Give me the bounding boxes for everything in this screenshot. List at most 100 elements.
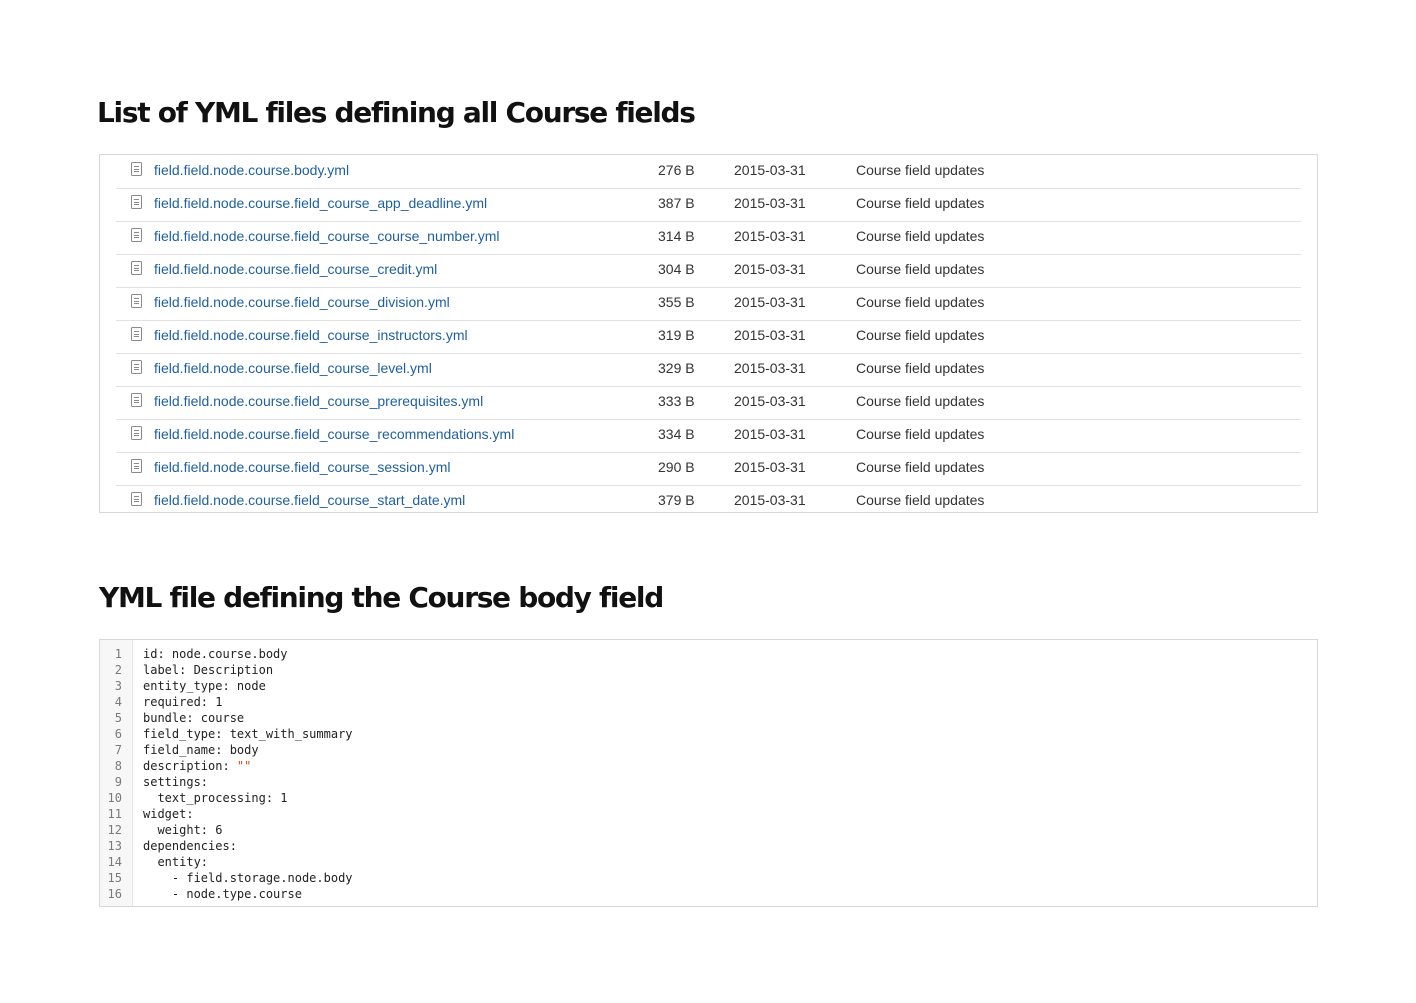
- commit-message: Course field updates: [856, 327, 985, 343]
- line-number: 14: [107, 855, 122, 869]
- file-document-icon: [131, 459, 142, 473]
- code-text: dependencies:: [143, 839, 237, 853]
- file-row[interactable]: field.field.node.course.field_course_lev…: [116, 353, 1301, 387]
- file-row[interactable]: field.field.node.course.field_course_div…: [116, 287, 1301, 321]
- commit-message: Course field updates: [856, 162, 985, 178]
- line-number: 11: [107, 807, 122, 821]
- file-size: 319 B: [658, 327, 695, 343]
- line-number: 10: [107, 791, 122, 805]
- file-date: 2015-03-31: [734, 162, 806, 178]
- line-number: 15: [107, 871, 122, 885]
- file-name-link[interactable]: field.field.node.course.field_course_div…: [154, 287, 450, 317]
- file-date: 2015-03-31: [734, 393, 806, 409]
- code-viewer: 1 2 3 4 5 6 7 8 9 10 11 12 13 14 15 16 id: node.course.…: [99, 639, 1318, 907]
- file-name-link[interactable]: field.field.node.course.field_course_cre…: [154, 254, 437, 284]
- line-number: 12: [107, 823, 122, 837]
- code-text: bundle: course: [143, 711, 245, 725]
- file-date: 2015-03-31: [734, 261, 806, 277]
- code-text: description:: [143, 759, 237, 773]
- code-line: bundle: course: [143, 710, 244, 726]
- code-text: entity_type: node: [143, 679, 266, 693]
- code-line: settings:: [143, 774, 208, 790]
- commit-message: Course field updates: [856, 393, 985, 409]
- file-size: 329 B: [658, 360, 695, 376]
- line-number: 5: [114, 711, 122, 725]
- file-date: 2015-03-31: [734, 294, 806, 310]
- code-text: - node.type.course: [143, 887, 302, 901]
- commit-message: Course field updates: [856, 492, 985, 508]
- file-date: 2015-03-31: [734, 459, 806, 475]
- file-date: 2015-03-31: [734, 327, 806, 343]
- line-number: 2: [114, 663, 122, 677]
- file-document-icon: [131, 228, 142, 242]
- code-line: field_type: text_with_summary: [143, 726, 353, 742]
- file-document-icon: [131, 393, 142, 407]
- file-name-link[interactable]: field.field.node.course.field_course_cou…: [154, 221, 500, 251]
- line-number: 3: [114, 679, 122, 693]
- code-text: widget:: [143, 807, 194, 821]
- file-row[interactable]: field.field.node.course.field_course_cre…: [116, 254, 1301, 288]
- code-line: description: "": [143, 758, 251, 774]
- commit-message: Course field updates: [856, 195, 985, 211]
- file-name-link[interactable]: field.field.node.course.field_course_ins…: [154, 320, 468, 350]
- code-heading: YML file defining the Course body field: [99, 581, 664, 614]
- file-row[interactable]: field.field.node.course.field_course_cou…: [116, 221, 1301, 255]
- file-name-link[interactable]: field.field.node.course.body.yml: [154, 155, 349, 185]
- file-date: 2015-03-31: [734, 195, 806, 211]
- line-number: 7: [114, 743, 122, 757]
- file-name-link[interactable]: field.field.node.course.field_course_app…: [154, 188, 487, 218]
- file-size: 387 B: [658, 195, 695, 211]
- code-text: field_type: text_with_summary: [143, 727, 353, 741]
- file-row[interactable]: field.field.node.course.field_course_app…: [116, 188, 1301, 222]
- file-row[interactable]: field.field.node.course.field_course_rec…: [116, 419, 1301, 453]
- line-number: 16: [107, 887, 122, 901]
- code-line: entity_type: node: [143, 678, 266, 694]
- file-size: 314 B: [658, 228, 695, 244]
- code-text: text_processing: 1: [143, 791, 288, 805]
- file-row[interactable]: field.field.node.course.body.yml 276 B 201…: [116, 155, 1301, 189]
- code-line: label: Description: [143, 662, 273, 678]
- code-line: - node.type.course: [143, 886, 302, 902]
- file-name-link[interactable]: field.field.node.course.field_course_lev…: [154, 353, 432, 383]
- file-row[interactable]: field.field.node.course.field_course_sta…: [116, 485, 1301, 518]
- file-size: 379 B: [658, 492, 695, 508]
- file-document-icon: [131, 162, 142, 176]
- file-name-link[interactable]: field.field.node.course.field_course_sta…: [154, 485, 465, 515]
- line-number: 4: [114, 695, 122, 709]
- code-line: - field.storage.node.body: [143, 870, 353, 886]
- file-date: 2015-03-31: [734, 360, 806, 376]
- file-list-table: field.field.node.course.body.yml 276 B 201…: [99, 154, 1318, 513]
- file-name-link[interactable]: field.field.node.course.field_course_rec…: [154, 419, 514, 449]
- file-document-icon: [131, 195, 142, 209]
- file-name-link[interactable]: field.field.node.course.field_course_pre…: [154, 386, 483, 416]
- commit-message: Course field updates: [856, 294, 985, 310]
- string-literal: "": [236, 759, 252, 773]
- file-size: 290 B: [658, 459, 695, 475]
- code-text: id: node.course.body: [143, 647, 288, 661]
- commit-message: Course field updates: [856, 261, 985, 277]
- file-document-icon: [131, 327, 142, 341]
- code-line: id: node.course.body: [143, 646, 288, 662]
- file-row[interactable]: field.field.node.course.field_course_ins…: [116, 320, 1301, 354]
- file-row[interactable]: field.field.node.course.field_course_pre…: [116, 386, 1301, 420]
- file-name-link[interactable]: field.field.node.course.field_course_ses…: [154, 452, 451, 482]
- file-size: 304 B: [658, 261, 695, 277]
- code-text: required: 1: [143, 695, 223, 709]
- file-date: 2015-03-31: [734, 228, 806, 244]
- line-number-gutter: 1 2 3 4 5 6 7 8 9 10 11 12 13 14 15 16: [100, 640, 133, 906]
- code-text: settings:: [143, 775, 209, 789]
- file-document-icon: [131, 261, 142, 275]
- line-number: 13: [107, 839, 122, 853]
- file-document-icon: [131, 492, 142, 506]
- file-document-icon: [131, 294, 142, 308]
- code-text: weight: 6: [143, 823, 223, 837]
- code-line: field_name: body: [143, 742, 259, 758]
- line-number: 6: [114, 727, 122, 741]
- file-row[interactable]: field.field.node.course.field_course_ses…: [116, 452, 1301, 486]
- file-list-heading: List of YML files defining all Course fi…: [97, 96, 696, 129]
- code-text: - field.storage.node.body: [143, 871, 353, 885]
- code-line: dependencies:: [143, 838, 237, 854]
- line-number: 9: [114, 775, 122, 789]
- code-line: text_processing: 1: [143, 790, 288, 806]
- file-date: 2015-03-31: [734, 426, 806, 442]
